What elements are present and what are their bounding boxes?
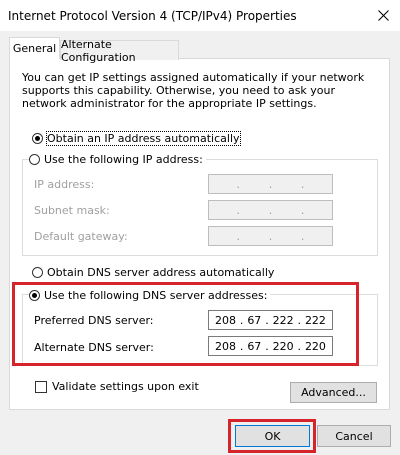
dns-highlight-box bbox=[12, 282, 359, 366]
close-icon bbox=[377, 10, 389, 21]
default-gateway-label: Default gateway: bbox=[34, 230, 128, 243]
tab-general[interactable]: General bbox=[9, 37, 60, 59]
ok-button[interactable]: OK bbox=[235, 425, 310, 447]
radio-label: Obtain an IP address automatically bbox=[46, 131, 241, 146]
checkbox[interactable] bbox=[35, 380, 47, 393]
radio-obtain-dns-auto[interactable]: Obtain DNS server address automatically bbox=[32, 266, 278, 279]
window-title: Internet Protocol Version 4 (TCP/IPv4) P… bbox=[8, 9, 297, 23]
subnet-mask-input[interactable]: . . . bbox=[208, 200, 333, 220]
subnet-mask-label: Subnet mask: bbox=[34, 204, 110, 217]
ip-address-input[interactable]: . . . bbox=[208, 174, 333, 194]
radio-button[interactable] bbox=[32, 267, 43, 278]
radio-button[interactable] bbox=[29, 154, 40, 165]
radio-label: Obtain DNS server address automatically bbox=[47, 266, 275, 279]
advanced-button[interactable]: Advanced... bbox=[290, 382, 377, 403]
tab-alternate-configuration[interactable]: Alternate Configuration bbox=[60, 38, 179, 64]
radio-button[interactable] bbox=[32, 133, 43, 144]
description-text: You can get IP settings assigned automat… bbox=[22, 71, 365, 110]
ip-address-label: IP address: bbox=[34, 178, 95, 191]
checkbox-label: Validate settings upon exit bbox=[52, 380, 199, 393]
validate-settings-checkbox[interactable]: Validate settings upon exit bbox=[35, 380, 199, 393]
cancel-button[interactable]: Cancel bbox=[317, 425, 391, 447]
radio-label: Use the following IP address: bbox=[44, 153, 203, 166]
radio-use-following-ip[interactable]: Use the following IP address: bbox=[29, 153, 206, 166]
radio-obtain-ip-auto[interactable]: Obtain an IP address automatically bbox=[32, 131, 243, 146]
default-gateway-input[interactable]: . . . bbox=[208, 226, 333, 246]
close-button[interactable] bbox=[366, 0, 400, 31]
